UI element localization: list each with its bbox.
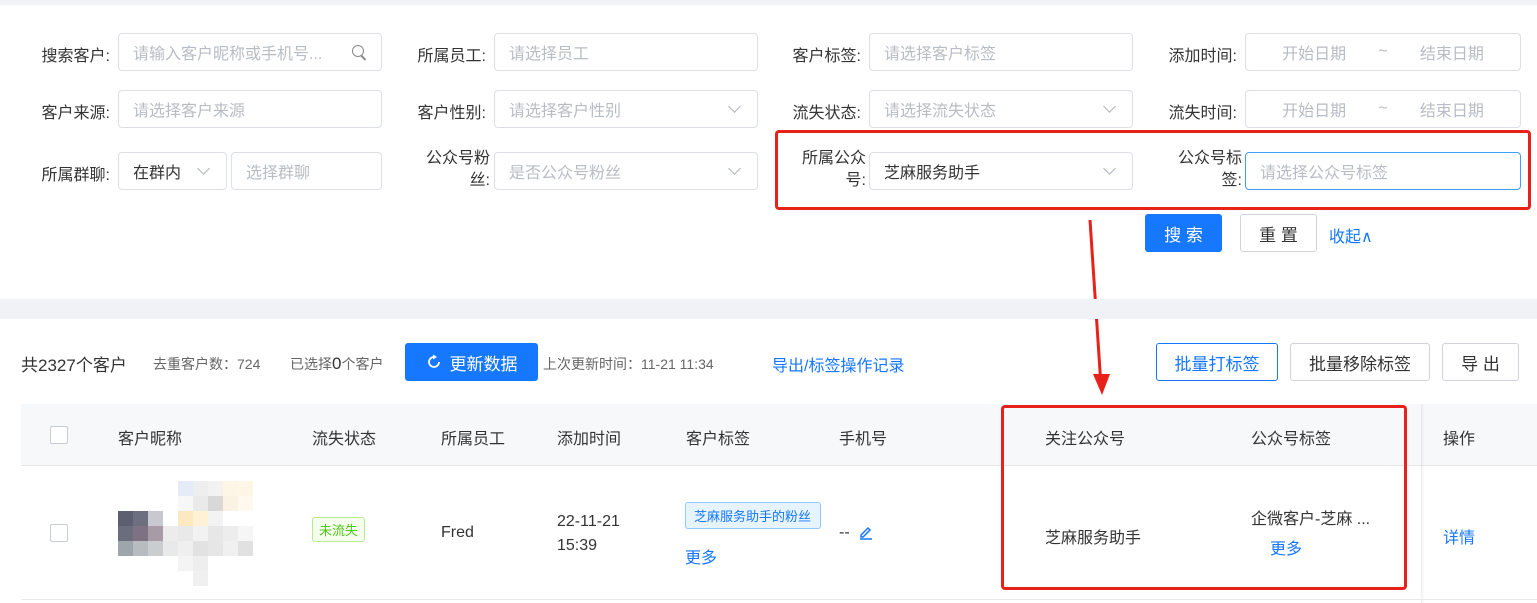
employee-select[interactable]: 请选择员工	[494, 33, 758, 71]
batch-tag-button[interactable]: 批量打标签	[1156, 343, 1278, 381]
dedup-count: 去重客户数：724	[153, 356, 261, 372]
customer-tag-badge: 芝麻服务助手的粉丝	[685, 502, 821, 529]
oa-fans-placeholder: 是否公众号粉丝	[509, 165, 622, 182]
col-header-customer-tag: 客户标签	[686, 431, 751, 448]
group-chat-mode-select[interactable]: 在群内	[118, 152, 227, 190]
group-chat-label: 所属群聊:	[41, 167, 110, 184]
group-chat-placeholder: 选择群聊	[246, 165, 311, 182]
col-header-employee: 所属员工	[441, 431, 506, 448]
status-badge: 未流失	[312, 517, 366, 542]
total-customers: 共2327个客户	[21, 356, 127, 375]
customer-source-select[interactable]: 请选择客户来源	[118, 90, 382, 128]
edit-icon[interactable]	[858, 524, 874, 540]
churn-status-label: 流失状态:	[792, 105, 861, 122]
section-divider	[0, 299, 1537, 319]
fixed-column-shadow	[1421, 404, 1424, 603]
add-time-label: 添加时间:	[1168, 48, 1237, 65]
churn-status-select[interactable]: 请选择流失状态	[869, 90, 1133, 128]
chevron-down-icon	[728, 100, 741, 113]
export-record-link[interactable]: 导出/标签操作记录	[772, 352, 904, 376]
add-time-start: 开始日期	[1282, 46, 1347, 63]
phone-cell: --	[839, 524, 850, 541]
col-header-nickname: 客户昵称	[118, 431, 183, 448]
employee-cell: Fred	[441, 524, 474, 541]
add-time-cell: 15:39	[557, 537, 598, 554]
customer-source-placeholder: 请选择客户来源	[133, 103, 246, 120]
last-update-time: 上次更新时间：11-21 11:34	[543, 356, 714, 372]
employee-placeholder: 请选择员工	[509, 46, 590, 63]
col-header-add-time: 添加时间	[557, 431, 622, 448]
group-chat-mode-value: 在群内	[133, 165, 182, 182]
add-date-cell: 22-11-21	[557, 513, 620, 530]
customer-tag-select[interactable]: 请选择客户标签	[869, 33, 1133, 71]
refresh-data-button[interactable]: 更新数据	[405, 343, 538, 381]
gender-select[interactable]: 请选择客户性别	[494, 90, 758, 128]
add-time-range[interactable]: 开始日期 ~ 结束日期	[1245, 33, 1521, 71]
search-customer-input[interactable]: 请输入客户昵称或手机号...	[118, 33, 382, 71]
churn-status-placeholder: 请选择流失状态	[884, 103, 997, 120]
collapse-link[interactable]: 收起∧	[1329, 223, 1373, 247]
col-header-actions: 操作	[1443, 431, 1476, 448]
churn-time-range[interactable]: 开始日期 ~ 结束日期	[1245, 90, 1521, 128]
select-all-checkbox[interactable]	[50, 426, 68, 444]
annotation-box-filters	[775, 130, 1531, 210]
churn-time-end: 结束日期	[1419, 103, 1484, 120]
selected-count-text: 已选择0个客户	[290, 354, 383, 374]
refresh-icon	[427, 354, 440, 368]
col-header-phone: 手机号	[839, 431, 888, 448]
oa-fans-label: 公众号粉丝:	[425, 150, 490, 189]
export-button[interactable]: 导 出	[1442, 343, 1519, 381]
employee-label: 所属员工:	[417, 48, 486, 65]
col-header-churn-status: 流失状态	[312, 431, 377, 448]
search-icon[interactable]	[351, 44, 367, 60]
chevron-down-icon	[728, 162, 741, 175]
customer-source-label: 客户来源:	[41, 105, 110, 122]
gender-label: 客户性别:	[417, 105, 486, 122]
annotation-box-table	[1001, 405, 1407, 590]
row-divider	[21, 599, 1537, 600]
reset-button[interactable]: 重 置	[1240, 214, 1317, 252]
customer-tag-more-link[interactable]: 更多	[685, 544, 717, 568]
batch-remove-tag-button[interactable]: 批量移除标签	[1290, 343, 1430, 381]
search-customer-placeholder: 请输入客户昵称或手机号...	[133, 46, 323, 63]
selected-suffix: 个客户	[341, 356, 384, 372]
churn-time-start: 开始日期	[1282, 103, 1347, 120]
customer-tag-placeholder: 请选择客户标签	[884, 46, 997, 63]
customer-tag-label: 客户标签:	[792, 48, 861, 65]
churn-time-separator: ~	[1378, 100, 1388, 117]
selected-prefix: 已选择	[290, 356, 332, 372]
chevron-down-icon	[1103, 100, 1116, 113]
chevron-down-icon	[197, 162, 210, 175]
detail-link[interactable]: 详情	[1443, 524, 1475, 548]
churn-time-label: 流失时间:	[1168, 105, 1237, 122]
top-divider	[0, 0, 1537, 5]
oa-fans-select[interactable]: 是否公众号粉丝	[494, 152, 758, 190]
group-chat-select[interactable]: 选择群聊	[231, 152, 382, 190]
add-time-end: 结束日期	[1419, 46, 1484, 63]
refresh-data-label: 更新数据	[449, 354, 518, 374]
add-time-separator: ~	[1378, 43, 1388, 60]
avatar	[103, 481, 268, 586]
gender-placeholder: 请选择客户性别	[509, 103, 622, 120]
search-button[interactable]: 搜 索	[1145, 214, 1222, 252]
row-checkbox[interactable]	[50, 524, 68, 542]
search-customer-label: 搜索客户:	[41, 48, 110, 65]
